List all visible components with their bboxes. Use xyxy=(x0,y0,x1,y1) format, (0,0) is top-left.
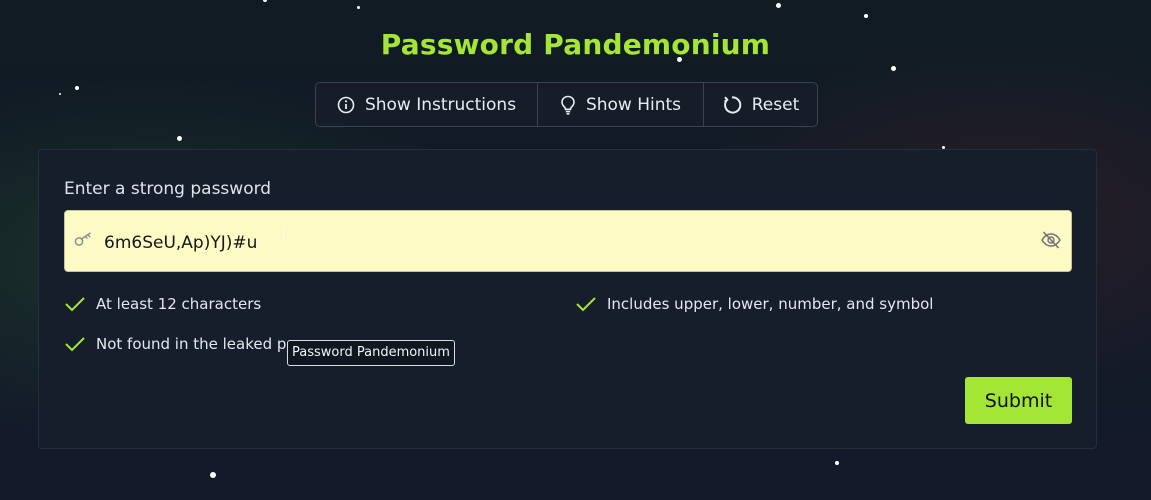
requirement-text: Includes upper, lower, number, and symbo… xyxy=(607,295,934,313)
background-star xyxy=(210,472,216,478)
requirement-text: Not found in the leaked pa xyxy=(96,335,296,353)
key-icon xyxy=(74,231,94,251)
show-instructions-button[interactable]: Show Instructions xyxy=(316,83,537,126)
refresh-icon xyxy=(722,95,742,115)
submit-button[interactable]: Submit xyxy=(965,377,1072,424)
requirement-item: Includes upper, lower, number, and symbo… xyxy=(575,295,933,313)
check-icon xyxy=(64,295,86,313)
check-icon xyxy=(575,295,597,313)
background-star xyxy=(776,3,781,8)
background-star xyxy=(357,6,360,9)
background-star xyxy=(177,136,182,141)
background-star xyxy=(59,93,61,95)
requirement-text: At least 12 characters xyxy=(96,295,262,313)
info-circle-icon xyxy=(337,96,355,114)
password-input-container xyxy=(64,210,1072,273)
background-star xyxy=(891,66,896,71)
background-star xyxy=(263,0,267,2)
background-star xyxy=(864,14,868,18)
lightbulb-icon xyxy=(560,95,576,115)
reset-label: Reset xyxy=(751,94,800,115)
text-cursor xyxy=(283,226,284,242)
requirement-item: At least 12 characters xyxy=(64,295,261,313)
check-icon xyxy=(64,335,86,353)
requirement-item: Not found in the leaked pa xyxy=(64,335,296,353)
eye-off-icon[interactable] xyxy=(1040,229,1062,255)
page-title: Password Pandemonium xyxy=(380,28,771,61)
password-field-label: Enter a strong password xyxy=(64,179,272,199)
show-instructions-label: Show Instructions xyxy=(364,94,517,115)
show-hints-label: Show Hints xyxy=(585,94,682,115)
password-input[interactable] xyxy=(104,211,1024,273)
show-hints-button[interactable]: Show Hints xyxy=(537,83,703,126)
background-star xyxy=(75,86,79,90)
background-star xyxy=(835,461,839,465)
toolbar: Show Instructions Show Hints Reset xyxy=(315,82,818,127)
reset-button[interactable]: Reset xyxy=(703,83,817,126)
password-form-panel: Enter a strong password At least 12 char… xyxy=(38,149,1097,449)
tooltip: Password Pandemonium xyxy=(287,340,455,366)
